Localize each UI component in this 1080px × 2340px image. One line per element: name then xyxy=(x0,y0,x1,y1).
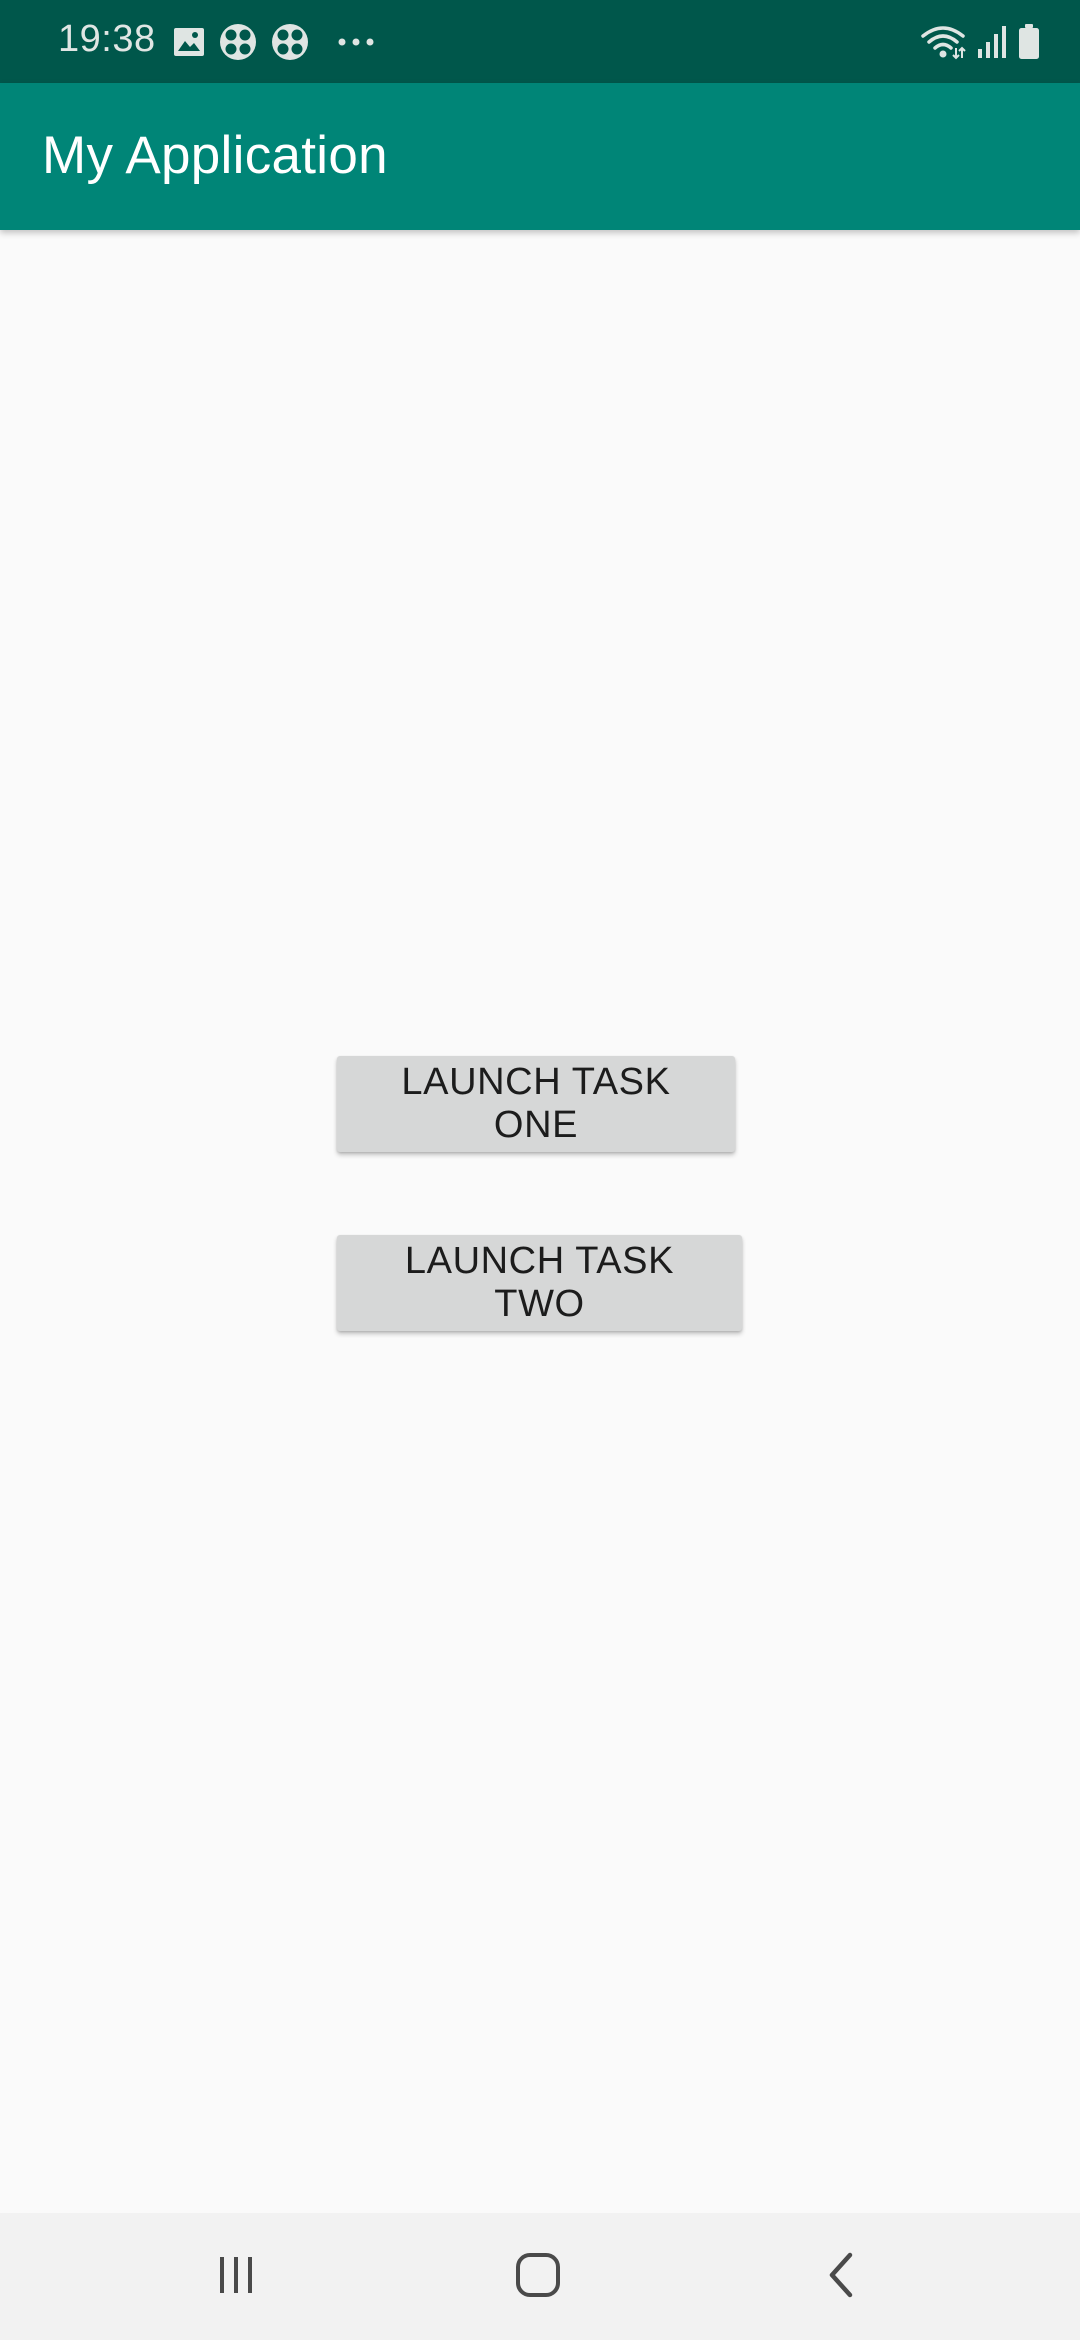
app-title: My Application xyxy=(42,126,388,185)
system-icons xyxy=(920,20,1040,64)
home-button[interactable] xyxy=(498,2241,578,2313)
more-dots-icon xyxy=(336,36,376,48)
launch-task-one-button[interactable]: LAUNCH TASK ONE xyxy=(337,1056,735,1152)
pinwheel-icon xyxy=(270,22,310,62)
status-bar: 19:38 xyxy=(0,0,1080,83)
main-content: LAUNCH TASK ONE LAUNCH TASK TWO xyxy=(0,230,1080,2213)
launch-task-two-button[interactable]: LAUNCH TASK TWO xyxy=(337,1235,742,1331)
recents-icon xyxy=(214,2253,258,2302)
signal-icon xyxy=(976,25,1008,59)
notification-icons xyxy=(172,22,376,62)
battery-icon xyxy=(1018,24,1040,60)
status-time: 19:38 xyxy=(58,18,156,60)
back-button[interactable] xyxy=(802,2241,882,2313)
image-icon xyxy=(172,25,206,59)
back-icon xyxy=(822,2251,862,2304)
wifi-icon xyxy=(920,24,966,60)
pinwheel-icon xyxy=(218,22,258,62)
home-icon xyxy=(514,2251,562,2304)
navigation-bar xyxy=(0,2213,1080,2340)
recents-button[interactable] xyxy=(196,2241,276,2313)
app-bar: My Application xyxy=(0,83,1080,230)
